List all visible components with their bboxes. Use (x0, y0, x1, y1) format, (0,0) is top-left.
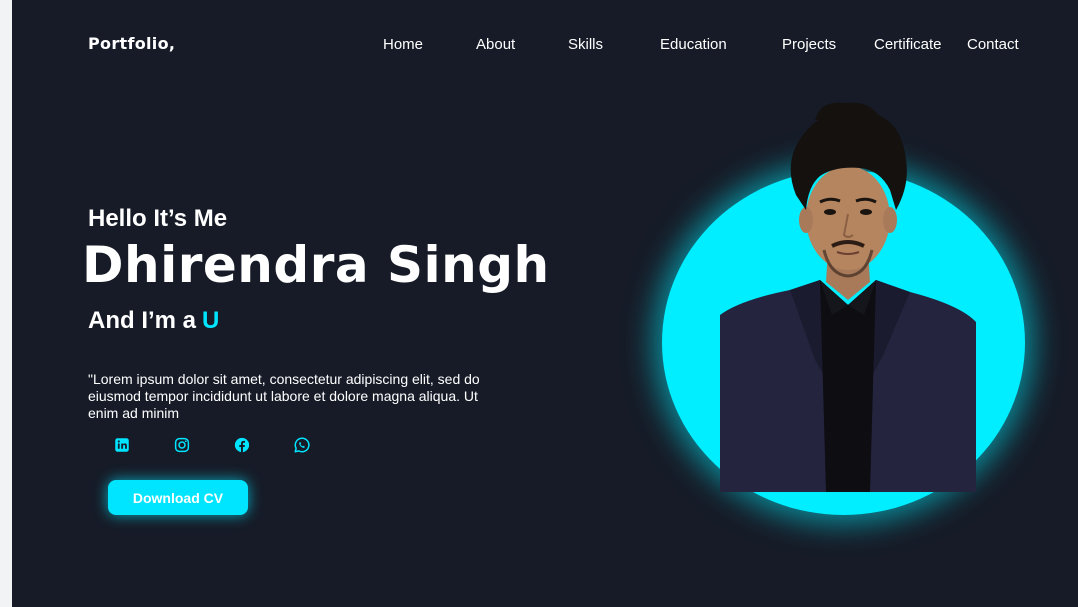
hero-description: "Lorem ipsum dolor sit amet, consectetur… (88, 371, 480, 421)
hero-role: And I’m aU (88, 307, 219, 335)
instagram-icon[interactable] (173, 436, 191, 454)
nav-item-certificate[interactable]: Certificate (874, 36, 942, 53)
nav-item-skills[interactable]: Skills (568, 36, 603, 53)
nav-item-projects[interactable]: Projects (782, 36, 836, 53)
whatsapp-icon[interactable] (293, 436, 311, 454)
portfolio-page: Portfolio, Home About Skills Education P… (12, 0, 1078, 607)
hero-role-prefix: And I’m a (88, 307, 197, 334)
nav-item-contact[interactable]: Contact (967, 36, 1019, 53)
hero-greeting: Hello It’s Me (88, 205, 228, 232)
linkedin-icon[interactable] (113, 436, 131, 454)
hero-role-value: U (202, 307, 220, 334)
download-cv-button[interactable]: Download CV (108, 480, 248, 515)
nav-item-about[interactable]: About (476, 36, 515, 53)
hero-name: Dhirendra Singh (82, 236, 550, 294)
hero-portrait (662, 100, 1032, 520)
facebook-icon[interactable] (233, 436, 251, 454)
portrait-photo (720, 102, 976, 492)
nav-item-home[interactable]: Home (383, 36, 423, 53)
nav-item-education[interactable]: Education (660, 36, 727, 53)
main-nav: Home About Skills Education Projects Cer… (12, 36, 1078, 56)
